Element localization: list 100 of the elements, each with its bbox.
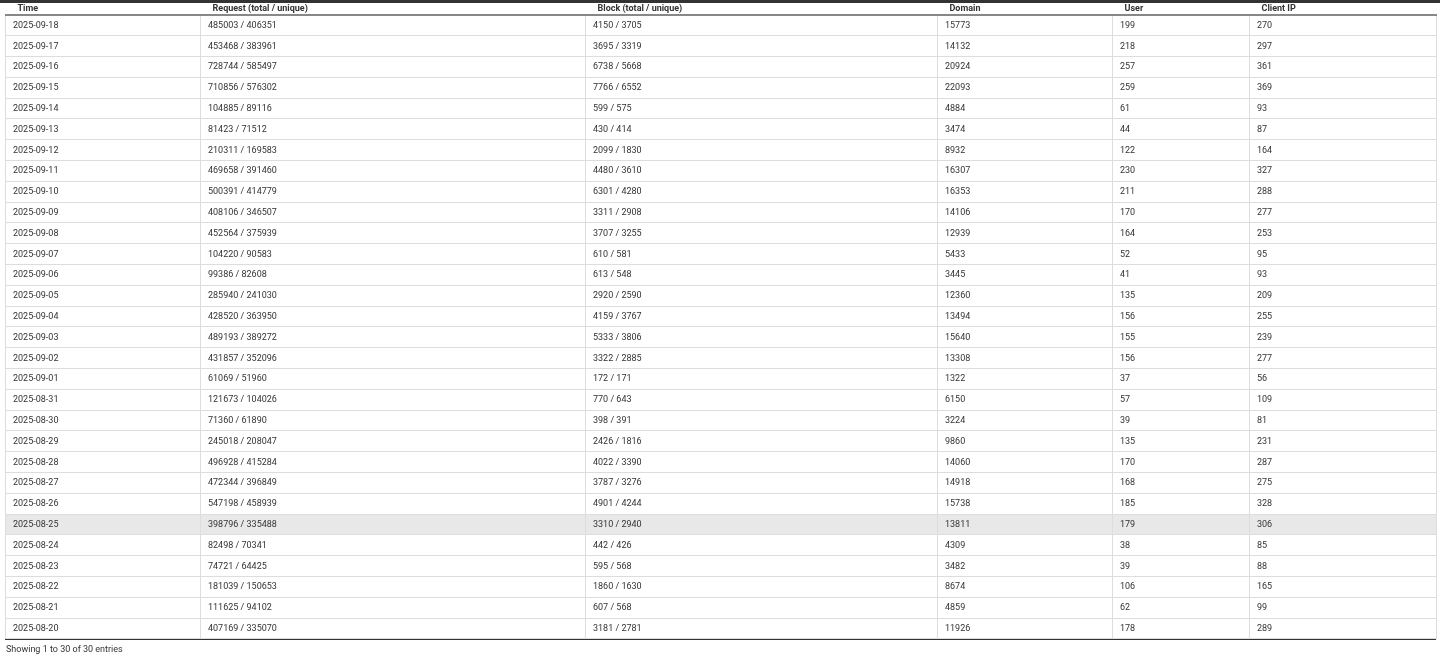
table-cell: 4884 [937,98,1113,119]
table-cell: 2025-08-23 [5,555,201,577]
table-cell: 288 [1249,181,1437,203]
table-cell: 489193 / 389272 [200,326,586,348]
table-cell: 164 [1249,139,1437,161]
table-cell: 155 [1112,326,1250,348]
table-cell: 164 [1112,222,1250,244]
table-cell: 2025-09-17 [5,35,201,57]
table-row[interactable]: 2025-09-12 210311 / 169583 2099 / 1830 8932 122 164 [5,139,1437,161]
table-row[interactable]: 2025-08-23 74721 / 64425 595 / 568 3482 39 88 [5,555,1437,577]
table-row[interactable]: 2025-09-05 285940 / 241030 2920 / 2590 12360 135 209 [5,285,1437,307]
table-row[interactable]: 2025-08-27 472344 / 396849 3787 / 3276 14918 168 275 [5,472,1437,494]
table-row[interactable]: 2025-09-10 500391 / 414779 6301 / 4280 16353 211 288 [5,181,1437,203]
table-row[interactable]: 2025-09-18 485003 / 406351 4150 / 3705 15773 199 270 [5,15,1437,36]
table-cell: 13494 [937,306,1113,327]
table-row[interactable]: 2025-08-28 496928 / 415284 4022 / 3390 14060 170 287 [5,451,1437,473]
table-row[interactable]: 2025-09-08 452564 / 375939 3707 / 3255 12939 164 253 [5,222,1437,244]
table-row[interactable]: 2025-09-17 453468 / 383961 3695 / 3319 14132 218 297 [5,35,1437,57]
column-header[interactable]: User [1112,3,1250,15]
table-cell: 15640 [937,326,1113,348]
table-row[interactable]: 2025-08-20 407169 / 335070 3181 / 2781 11926 178 289 [5,618,1437,639]
table-row[interactable]: 2025-09-02 431857 / 352096 3322 / 2885 13308 156 277 [5,347,1437,369]
table-cell: 3695 / 3319 [585,35,938,57]
table-cell: 14132 [937,35,1113,57]
table-row[interactable]: 2025-09-13 81423 / 71512 430 / 414 3474 44 87 [5,119,1437,140]
table-cell: 14918 [937,472,1113,494]
entries-info: Showing 1 to 30 of 30 entries [6,644,123,655]
table-cell: 407169 / 335070 [200,618,586,639]
table-row[interactable]: 2025-08-29 245018 / 208047 2426 / 1816 9860 135 231 [5,430,1437,452]
table-cell: 122 [1112,139,1250,161]
table-row[interactable]: 2025-08-21 111625 / 94102 607 / 568 4859 62 99 [5,597,1437,619]
table-cell: 4859 [937,597,1113,619]
table-cell: 607 / 568 [585,597,938,619]
table-cell: 85 [1249,534,1437,556]
column-header[interactable]: Request (total / unique) [200,3,586,15]
table-cell: 231 [1249,430,1437,452]
table-cell: 2025-09-05 [5,285,201,307]
table-cell: 99 [1249,597,1437,619]
table-cell: 239 [1249,326,1437,348]
table-cell: 430 / 414 [585,119,938,140]
table-cell: 199 [1112,15,1250,36]
table-cell: 99386 / 82608 [200,264,586,286]
table-cell: 93 [1249,264,1437,286]
table-cell: 428520 / 363950 [200,306,586,327]
table-row[interactable]: 2025-09-15 710856 / 576302 7766 / 6552 22093 259 369 [5,77,1437,99]
table-cell: 109 [1249,389,1437,411]
table-row[interactable]: 2025-09-04 428520 / 363950 4159 / 3767 13494 156 255 [5,306,1437,327]
table-cell: 44 [1112,119,1250,140]
table-row[interactable]: 2025-09-07 104220 / 90583 610 / 581 5433 52 95 [5,243,1437,265]
table-cell: 599 / 575 [585,98,938,119]
table-cell: 210311 / 169583 [200,139,586,161]
table-cell: 770 / 643 [585,389,938,411]
table-cell: 2025-09-04 [5,306,201,327]
table-cell: 135 [1112,285,1250,307]
table-cell: 452564 / 375939 [200,222,586,244]
table-cell: 2025-09-11 [5,160,201,182]
table-cell: 728744 / 585497 [200,56,586,78]
table-cell: 257 [1112,56,1250,78]
table-row[interactable]: 2025-09-03 489193 / 389272 5333 / 3806 15640 155 239 [5,326,1437,348]
table-cell: 170 [1112,202,1250,223]
table-row[interactable]: 2025-08-25 398796 / 335488 3310 / 2940 13811 179 306 [5,514,1437,535]
table-row[interactable]: 2025-08-31 121673 / 104026 770 / 643 6150 57 109 [5,389,1437,411]
table-cell: 5433 [937,243,1113,265]
table-cell: 6301 / 4280 [585,181,938,203]
table-row[interactable]: 2025-08-26 547198 / 458939 4901 / 4244 15738 185 328 [5,493,1437,515]
table-cell: 61069 / 51960 [200,368,586,390]
table-cell: 2025-09-18 [5,15,201,36]
table-row[interactable]: 2025-09-01 61069 / 51960 172 / 171 1322 37 56 [5,368,1437,390]
table-cell: 156 [1112,306,1250,327]
table-cell: 2025-09-03 [5,326,201,348]
table-cell: 2025-08-26 [5,493,201,515]
table-cell: 2025-08-27 [5,472,201,494]
table-cell: 41 [1112,264,1250,286]
table-cell: 4150 / 3705 [585,15,938,36]
table-row[interactable]: 2025-09-09 408106 / 346507 3311 / 2908 14106 170 277 [5,202,1437,223]
table-cell: 209 [1249,285,1437,307]
table-cell: 275 [1249,472,1437,494]
table-row[interactable]: 2025-08-24 82498 / 70341 442 / 426 4309 38 85 [5,534,1437,556]
table-cell: 2025-09-06 [5,264,201,286]
table-row[interactable]: 2025-08-22 181039 / 150653 1860 / 1630 8674 106 165 [5,576,1437,598]
table-cell: 3310 / 2940 [585,514,938,535]
table-cell: 496928 / 415284 [200,451,586,473]
table-cell: 14106 [937,202,1113,223]
column-header[interactable]: Client IP [1249,3,1437,15]
table-cell: 500391 / 414779 [200,181,586,203]
table-row[interactable]: 2025-09-16 728744 / 585497 6738 / 5668 20924 257 361 [5,56,1437,78]
table-cell: 156 [1112,347,1250,369]
table-cell: 2025-09-02 [5,347,201,369]
table-cell: 121673 / 104026 [200,389,586,411]
table-row[interactable]: 2025-08-30 71360 / 61890 398 / 391 3224 39 81 [5,410,1437,431]
table-row[interactable]: 2025-09-11 469658 / 391460 4480 / 3610 16307 230 327 [5,160,1437,182]
table-row[interactable]: 2025-09-06 99386 / 82608 613 / 548 3445 41 93 [5,264,1437,286]
table-cell: 81423 / 71512 [200,119,586,140]
column-header[interactable]: Time [5,3,201,15]
table-cell: 4022 / 3390 [585,451,938,473]
column-header[interactable]: Domain [937,3,1113,15]
table-cell: 22093 [937,77,1113,99]
table-row[interactable]: 2025-09-14 104885 / 89116 599 / 575 4884 61 93 [5,98,1437,119]
table-cell: 453468 / 383961 [200,35,586,57]
column-header[interactable]: Block (total / unique) [585,3,938,15]
